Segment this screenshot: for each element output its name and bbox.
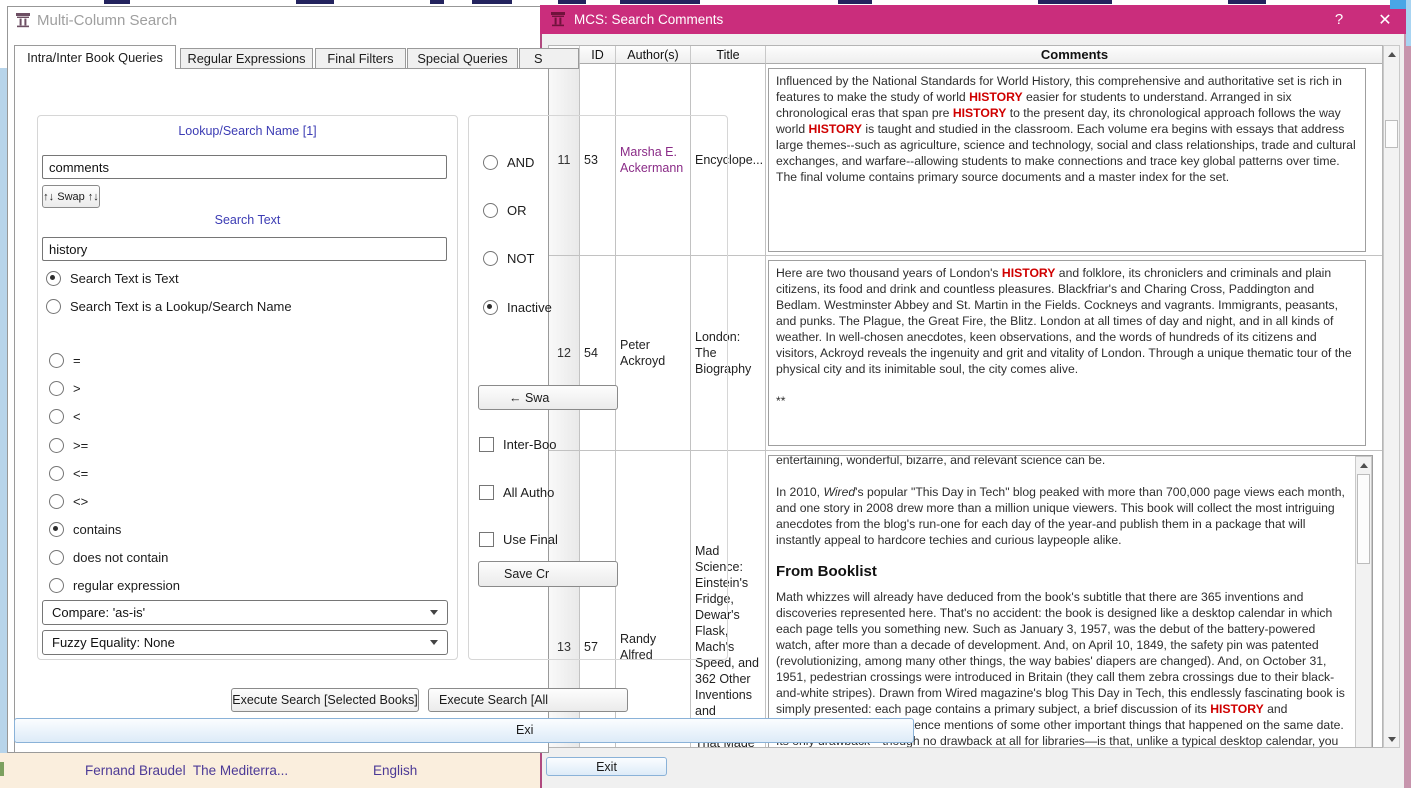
radio-op-regular-expression[interactable]: regular expression bbox=[49, 578, 180, 593]
radio-op-greater[interactable]: > bbox=[49, 381, 81, 396]
occluded-window-fragment bbox=[472, 0, 512, 4]
dialog-title: MCS: Search Comments bbox=[574, 12, 724, 27]
occluded-window-edge-right bbox=[1406, 0, 1411, 46]
swap-columns-button[interactable]: ← Swa bbox=[478, 385, 618, 410]
radio-off-icon bbox=[49, 578, 64, 593]
tab-final-filters[interactable]: Final Filters bbox=[315, 48, 406, 69]
radio-on-icon bbox=[483, 300, 498, 315]
radio-op-equals[interactable]: = bbox=[49, 353, 81, 368]
window-title: Multi-Column Search bbox=[37, 12, 178, 29]
checkbox-icon bbox=[479, 532, 494, 547]
radio-off-icon bbox=[49, 381, 64, 396]
occluded-window-fragment bbox=[620, 0, 700, 4]
scrollbar-thumb[interactable] bbox=[1385, 120, 1398, 148]
close-button[interactable]: ✕ bbox=[1372, 9, 1398, 30]
comment-viewer: Influenced by the National Standards for… bbox=[768, 68, 1366, 252]
fuzzy-equality-dropdown[interactable]: Fuzzy Equality: None bbox=[42, 630, 448, 655]
multi-column-search-window: Multi-Column Search Intra/Inter Book Que… bbox=[7, 6, 914, 753]
exit-button[interactable]: Exit bbox=[546, 757, 667, 776]
occluded-window-fragment bbox=[430, 0, 444, 4]
radio-on-icon bbox=[46, 271, 61, 286]
comment-viewer: Here are two thousand years of London's … bbox=[768, 260, 1366, 446]
comment-text: Influenced by the National Standards for… bbox=[776, 74, 1356, 184]
current-book-label: Fernand Braudel The Mediterra... bbox=[85, 763, 289, 778]
radio-logic-not[interactable]: NOT bbox=[483, 251, 534, 266]
app-pillar-icon bbox=[15, 12, 31, 28]
search-text-input[interactable]: history bbox=[42, 237, 447, 261]
column-header-authors[interactable]: Author(s) bbox=[616, 46, 691, 64]
comment-viewer: entertaining, wonderful, bizarre, and re… bbox=[768, 455, 1373, 748]
radio-off-icon bbox=[483, 203, 498, 218]
dialog-frame-right bbox=[1404, 34, 1411, 788]
chevron-down-icon bbox=[430, 610, 438, 615]
column-header-comments[interactable]: Comments bbox=[766, 46, 1382, 64]
lookup-name-input[interactable]: comments bbox=[42, 155, 447, 179]
radio-off-icon bbox=[483, 155, 498, 170]
save-criteria-button[interactable]: Save Cr bbox=[478, 561, 618, 587]
column-header-id[interactable]: ID bbox=[580, 46, 616, 64]
scrollbar-thumb[interactable] bbox=[1357, 474, 1370, 564]
radio-search-text-is-lookup[interactable]: Search Text is a Lookup/Search Name bbox=[46, 299, 292, 314]
radio-logic-inactive[interactable]: Inactive bbox=[483, 300, 552, 315]
tab-intra-inter-book-queries[interactable]: Intra/Inter Book Queries bbox=[14, 45, 176, 69]
language-label: English bbox=[373, 763, 418, 778]
radio-on-icon bbox=[49, 522, 64, 537]
screen: Multi-Column Search Intra/Inter Book Que… bbox=[0, 0, 1411, 788]
execute-search-selected-button[interactable]: Execute Search [Selected Books] bbox=[231, 688, 419, 712]
radio-off-icon bbox=[49, 409, 64, 424]
radio-op-does-not-contain[interactable]: does not contain bbox=[49, 550, 168, 565]
radio-off-icon bbox=[483, 251, 498, 266]
status-bar: Fernand Braudel The Mediterra... English bbox=[0, 753, 545, 788]
occluded-window-fragment bbox=[558, 0, 586, 4]
radio-logic-and[interactable]: AND bbox=[483, 155, 534, 170]
radio-op-greater-equal[interactable]: >= bbox=[49, 438, 88, 453]
radio-off-icon bbox=[49, 494, 64, 509]
exit-button-bg-window[interactable]: Exi bbox=[14, 718, 914, 743]
compare-dropdown[interactable]: Compare: 'as-is' bbox=[42, 600, 448, 625]
occluded-window-fragment bbox=[104, 0, 130, 4]
app-pillar-icon bbox=[550, 11, 566, 27]
radio-search-text-is-text[interactable]: Search Text is Text bbox=[46, 271, 179, 286]
scroll-up-icon[interactable] bbox=[1357, 458, 1370, 473]
comment-text: Here are two thousand years of London's … bbox=[776, 266, 1352, 408]
chevron-down-icon bbox=[430, 640, 438, 645]
occluded-window-fragment bbox=[838, 0, 872, 4]
radio-op-less-equal[interactable]: <= bbox=[49, 466, 88, 481]
table-scrollbar[interactable] bbox=[1383, 45, 1400, 748]
checkbox-use-final[interactable]: Use Final bbox=[479, 532, 558, 547]
scroll-up-icon[interactable] bbox=[1385, 47, 1398, 62]
checkbox-inter-book[interactable]: Inter-Boo bbox=[479, 437, 556, 452]
radio-off-icon bbox=[49, 550, 64, 565]
radio-off-icon bbox=[49, 353, 64, 368]
occluded-window-edge-left bbox=[0, 68, 7, 753]
radio-off-icon bbox=[46, 299, 61, 314]
help-button[interactable]: ? bbox=[1328, 10, 1350, 29]
radio-op-not-equal[interactable]: <> bbox=[49, 494, 88, 509]
status-green-marker bbox=[0, 762, 4, 776]
occluded-window-fragment bbox=[296, 0, 334, 4]
occluded-window-strip bbox=[0, 0, 1411, 5]
execute-search-all-button[interactable]: Execute Search [All bbox=[428, 688, 628, 712]
radio-off-icon bbox=[49, 438, 64, 453]
swap-button[interactable]: ↑↓ Swap ↑↓ bbox=[42, 185, 100, 208]
column-header-title[interactable]: Title bbox=[691, 46, 766, 64]
checkbox-icon bbox=[479, 485, 494, 500]
tab-regular-expressions[interactable]: Regular Expressions bbox=[180, 48, 313, 69]
checkbox-all-authors[interactable]: All Autho bbox=[479, 485, 554, 500]
checkbox-icon bbox=[479, 437, 494, 452]
radio-op-less[interactable]: < bbox=[49, 409, 81, 424]
radio-op-contains[interactable]: contains bbox=[49, 522, 121, 537]
scroll-down-icon[interactable] bbox=[1385, 732, 1398, 747]
comment-text: entertaining, wonderful, bizarre, and re… bbox=[776, 455, 1345, 748]
lookup-name-label: Lookup/Search Name [1] bbox=[178, 124, 317, 138]
occluded-window-fragment bbox=[1228, 0, 1266, 4]
occluded-window-fragment bbox=[1038, 0, 1112, 4]
comment-scrollbar[interactable] bbox=[1355, 456, 1372, 747]
radio-off-icon bbox=[49, 466, 64, 481]
search-text-label: Search Text bbox=[214, 213, 281, 227]
tab-truncated[interactable]: S bbox=[519, 48, 579, 69]
radio-logic-or[interactable]: OR bbox=[483, 203, 527, 218]
tab-special-queries[interactable]: Special Queries bbox=[407, 48, 518, 69]
dialog-titlebar[interactable]: MCS: Search Comments ? ✕ bbox=[540, 5, 1411, 34]
